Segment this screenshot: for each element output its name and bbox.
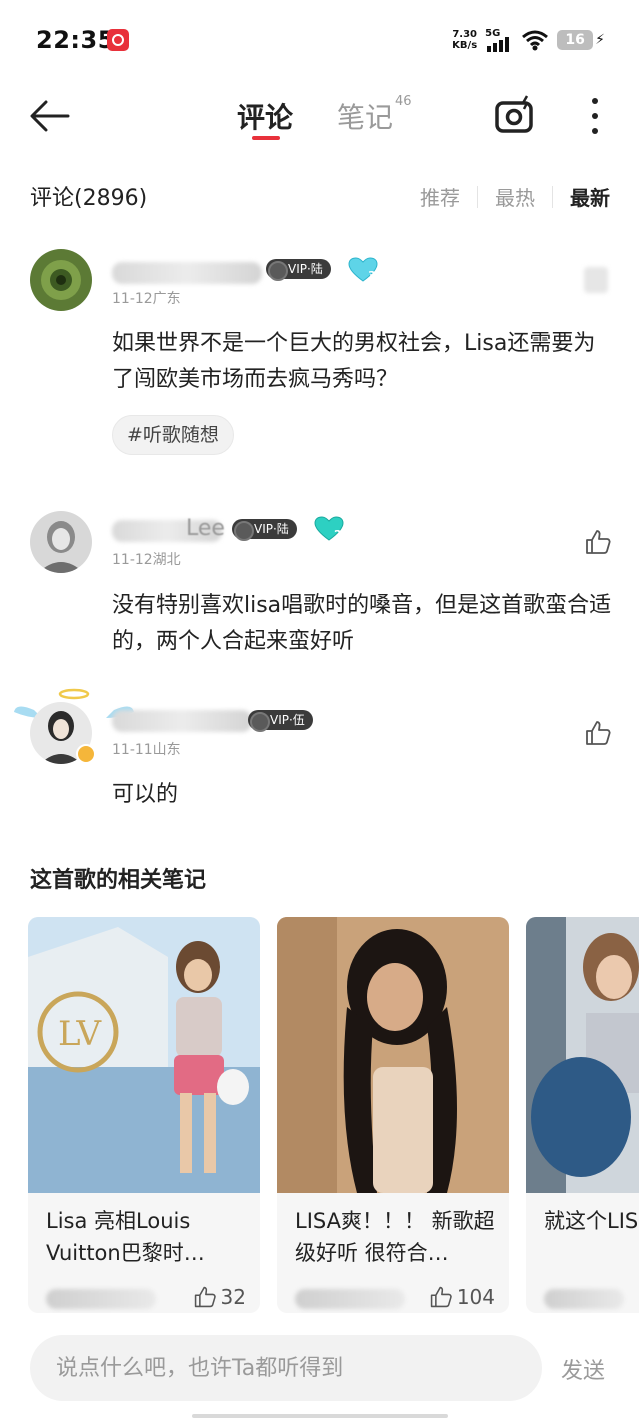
- thumbs-up-icon[interactable]: [584, 528, 612, 556]
- level-number: 2: [334, 528, 342, 541]
- level-heart-icon: 3: [348, 257, 378, 282]
- comment-meta: 11-11山东: [112, 742, 181, 758]
- more-vertical-icon[interactable]: [583, 96, 607, 136]
- thumbs-up-icon: [430, 1286, 452, 1308]
- username-redacted[interactable]: [112, 710, 252, 732]
- level-number: 3: [368, 269, 376, 282]
- top-nav: 评论 笔记 46: [0, 80, 639, 152]
- status-bar: 22:35 7.30 KB/s 5G 16 ⚡: [0, 0, 639, 80]
- note-card[interactable]: LISA爽！！！ 新歌超级好听 很符合… 104: [277, 917, 509, 1313]
- hashtag-chip[interactable]: #听歌随想: [112, 415, 234, 455]
- note-like-count[interactable]: 32: [193, 1285, 246, 1309]
- comment-text: 没有特别喜欢lisa唱歌时的嗓音，但是这首歌蛮合适的，两个人合起来蛮好听: [112, 593, 612, 654]
- note-footer: 32: [46, 1285, 246, 1313]
- note-card[interactable]: 就这个LIS: [526, 917, 639, 1313]
- like-count: 104: [456, 1285, 495, 1309]
- tab-notes[interactable]: 笔记 46: [337, 93, 412, 136]
- status-time: 22:35: [36, 26, 115, 54]
- svg-text:LV: LV: [58, 1014, 103, 1054]
- note-author-redacted: [295, 1289, 405, 1309]
- username-redacted[interactable]: [112, 262, 262, 284]
- comment-text: 可以的: [112, 782, 179, 807]
- avatar[interactable]: [30, 511, 92, 573]
- note-image: [277, 917, 509, 1193]
- note-like-count[interactable]: 104: [429, 1285, 495, 1309]
- tab-notes-label: 笔记: [337, 101, 394, 134]
- note-card[interactable]: LV Lisa 亮相Louis Vuitton巴黎时… 32: [28, 917, 260, 1313]
- send-button[interactable]: 发送: [561, 1353, 605, 1385]
- sort-recommended[interactable]: 推荐: [403, 182, 477, 211]
- comment-input-bar: 发送: [0, 1313, 639, 1422]
- note-author-redacted: [46, 1289, 156, 1309]
- sort-hottest[interactable]: 最热: [478, 182, 552, 211]
- note-footer: 104: [295, 1285, 495, 1313]
- verified-badge-icon: [76, 744, 96, 764]
- net-speed: 7.30 KB/s: [452, 29, 478, 51]
- vip-badge: VIP·陆: [266, 259, 331, 281]
- tab-notes-count: 46: [395, 93, 412, 109]
- charging-icon: ⚡: [595, 32, 605, 48]
- comment-text: 如果世界不是一个巨大的男权社会，Lisa还需要为了闯欧美市场而去疯马秀吗？: [112, 331, 596, 392]
- thumbs-up-icon[interactable]: [584, 719, 612, 747]
- vip-badge: VIP·陆: [232, 519, 297, 541]
- thumbs-up-icon: [194, 1286, 216, 1308]
- back-arrow-icon[interactable]: [28, 96, 72, 136]
- home-indicator[interactable]: [192, 1414, 448, 1418]
- related-notes-title: 这首歌的相关笔记: [30, 868, 207, 893]
- camera-icon[interactable]: [494, 94, 536, 136]
- note-image: LV: [28, 917, 260, 1193]
- wifi-icon: [522, 30, 549, 51]
- avatar[interactable]: [30, 249, 92, 311]
- redacted-region: [584, 267, 608, 293]
- comment-meta: 11-12湖北: [112, 552, 181, 568]
- cellular-signal-icon: 5G: [485, 28, 513, 52]
- sort-options: 推荐 最热 最新: [403, 182, 610, 211]
- note-title: Lisa 亮相Louis Vuitton巴黎时…: [46, 1209, 205, 1265]
- note-author-redacted: [544, 1289, 624, 1309]
- note-title: LISA爽！！！ 新歌超级好听 很符合…: [295, 1209, 495, 1265]
- vip-badge: VIP·伍: [248, 710, 313, 732]
- note-title: 就这个LIS: [544, 1209, 639, 1233]
- tab-comments[interactable]: 评论: [237, 96, 293, 136]
- comments-header: 评论(2896) 推荐 最热 最新: [30, 178, 610, 214]
- battery-icon: 16 ⚡: [557, 30, 605, 50]
- username-fragment: Lee: [186, 516, 225, 541]
- status-icons: 7.30 KB/s 5G 16 ⚡: [452, 28, 605, 52]
- note-image: [526, 917, 639, 1193]
- comment-meta: 11-12广东: [112, 291, 181, 307]
- like-count: 32: [220, 1285, 246, 1309]
- note-footer: [544, 1285, 639, 1313]
- comment-input[interactable]: [30, 1335, 542, 1401]
- comments-count: 评论(2896): [30, 186, 148, 211]
- netease-music-icon: [107, 29, 129, 51]
- level-heart-icon: 2: [314, 516, 344, 541]
- sort-newest[interactable]: 最新: [553, 182, 610, 211]
- active-tab-indicator: [252, 136, 280, 140]
